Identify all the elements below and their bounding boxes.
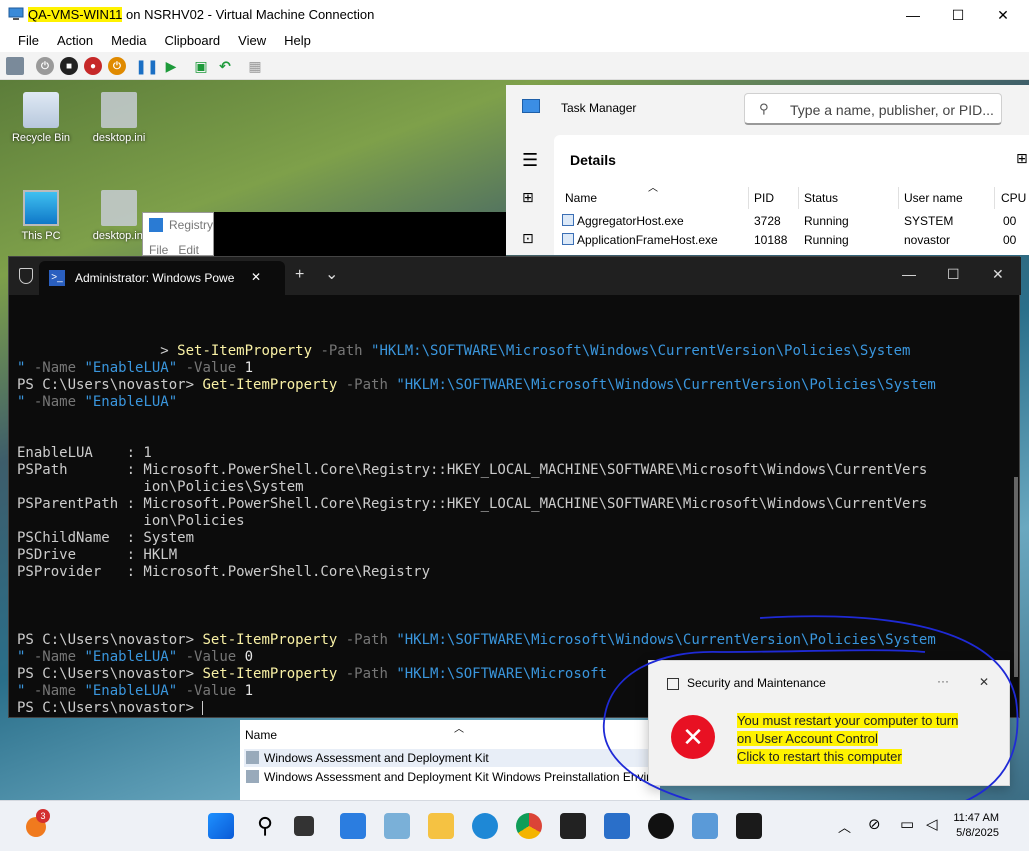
control-panel-icon[interactable]: [692, 813, 718, 839]
clock-time: 11:47 AM: [953, 812, 999, 824]
search-icon[interactable]: ⚲: [252, 813, 278, 839]
taskbar: 3 ⚲ ︿ ⊘ ▭ ◁ 11:47 AM 5/8/2025: [0, 800, 1029, 851]
backup-app-icon[interactable]: [648, 813, 674, 839]
network-app-icon[interactable]: [604, 813, 630, 839]
notification-badge: 3: [36, 809, 50, 823]
display-icon[interactable]: ▭: [900, 815, 914, 833]
taskbar-task-manager-icon[interactable]: [340, 813, 366, 839]
edge-browser-icon[interactable]: [472, 813, 498, 839]
pen-annotation: [603, 615, 1019, 821]
command-prompt-icon[interactable]: [560, 813, 586, 839]
start-button-icon[interactable]: [208, 813, 234, 839]
terminal-taskbar-icon[interactable]: [736, 813, 762, 839]
tray-chevron-icon[interactable]: ︿: [838, 817, 851, 836]
system-clock[interactable]: 11:47 AM 5/8/2025: [953, 811, 999, 841]
volume-icon[interactable]: ◁: [926, 815, 938, 833]
annotation-circle: [603, 615, 1019, 821]
network-icon[interactable]: ⊘: [868, 815, 881, 833]
clock-date: 5/8/2025: [956, 827, 999, 839]
file-explorer-icon[interactable]: [428, 813, 454, 839]
task-view-icon[interactable]: [294, 816, 314, 836]
taskbar-settings-gear-icon[interactable]: [384, 813, 410, 839]
chrome-browser-icon[interactable]: [516, 813, 542, 839]
